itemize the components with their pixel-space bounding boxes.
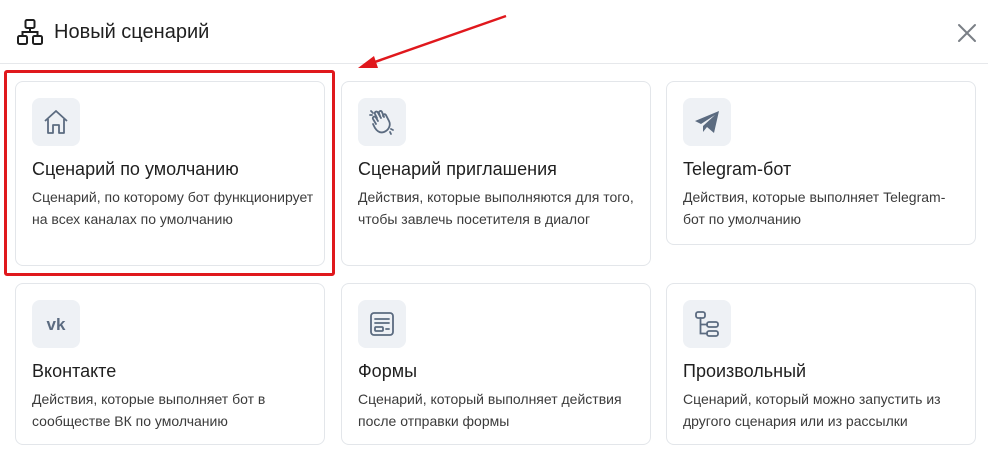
card-forms[interactable]: Формы Сценарий, который выполняет действ… <box>341 283 651 445</box>
card-custom[interactable]: Произвольный Сценарий, который можно зап… <box>666 283 976 445</box>
svg-text:vk: vk <box>47 315 66 334</box>
card-default-scenario[interactable]: Сценарий по умолчанию Сценарий, по котор… <box>15 81 325 266</box>
vk-icon: vk <box>32 300 80 348</box>
home-icon <box>32 98 80 146</box>
card-description: Сценарий, который можно запустить из дру… <box>683 391 941 429</box>
card-title: Вконтакте <box>32 361 117 381</box>
waving-hand-icon <box>358 98 406 146</box>
card-telegram-bot[interactable]: Telegram-бот Действия, которые выполняет… <box>666 81 976 245</box>
card-description: Действия, которые выполняет бот в сообще… <box>32 391 266 429</box>
modal-header: Новый сценарий <box>0 0 988 64</box>
flow-steps-icon <box>683 300 731 348</box>
card-title: Произвольный <box>683 361 807 381</box>
close-icon[interactable] <box>954 20 980 46</box>
flow-chart-icon <box>16 18 44 46</box>
card-description: Сценарий, по которому бот функционирует … <box>32 189 314 227</box>
card-title: Формы <box>358 361 418 381</box>
card-description: Действия, которые выполняются для того, … <box>358 189 634 227</box>
card-title: Сценарий по умолчанию <box>32 159 239 179</box>
card-title: Telegram-бот <box>683 159 792 179</box>
form-icon <box>358 300 406 348</box>
card-description: Действия, которые выполняет Telegram-бот… <box>683 189 946 227</box>
modal-title: Новый сценарий <box>54 21 210 43</box>
telegram-icon <box>683 98 731 146</box>
card-vkontakte[interactable]: vk Вконтакте Действия, которые выполняет… <box>15 283 325 445</box>
card-description: Сценарий, который выполняет действия пос… <box>358 391 622 429</box>
card-title: Сценарий приглашения <box>358 159 557 179</box>
card-invitation-scenario[interactable]: Сценарий приглашения Действия, которые в… <box>341 81 651 266</box>
